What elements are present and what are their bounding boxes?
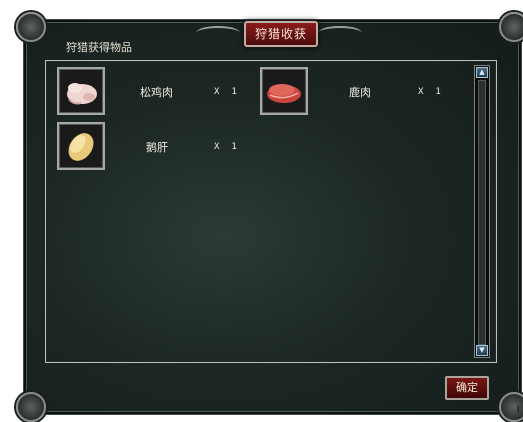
item-name: 鹅肝 xyxy=(146,141,168,154)
goose-liver-icon xyxy=(60,125,102,167)
item-slot[interactable] xyxy=(57,67,105,115)
item-quantity: X1 xyxy=(214,87,237,97)
quantity-multiplier: X xyxy=(418,87,424,97)
window-title: 狩猎收获 xyxy=(244,21,318,47)
ornament-corner-icon xyxy=(16,392,46,422)
ornament-corner-icon xyxy=(499,12,523,42)
item-list-panel: 松鸡肉 X1 鹿肉 X1 鹅肝 X1 xyxy=(45,60,497,363)
deer-meat-icon xyxy=(263,70,305,112)
title-ornament-icon xyxy=(318,26,362,40)
item-slot[interactable] xyxy=(260,67,308,115)
confirm-button[interactable]: 确定 xyxy=(445,376,489,400)
chicken-meat-icon xyxy=(60,70,102,112)
item-quantity: X1 xyxy=(214,142,237,152)
item-name: 松鸡肉 xyxy=(140,86,173,99)
scroll-up-button[interactable]: ▲ xyxy=(476,67,488,78)
ornament-corner-icon xyxy=(16,12,46,42)
item-quantity: X1 xyxy=(418,87,441,97)
item-list-scrollbar[interactable]: ▲ ▼ xyxy=(474,65,490,358)
quantity-value: 1 xyxy=(435,87,441,97)
item-name: 鹿肉 xyxy=(349,86,371,99)
ornament-corner-icon xyxy=(499,392,523,422)
quantity-multiplier: X xyxy=(214,142,220,152)
quantity-value: 1 xyxy=(231,142,237,152)
quantity-value: 1 xyxy=(231,87,237,97)
title-ornament-icon xyxy=(196,26,240,40)
item-slot[interactable] xyxy=(57,122,105,170)
stray-text: I xyxy=(517,405,520,414)
header-label: 狩猎获得物品 xyxy=(66,41,132,54)
scroll-track[interactable] xyxy=(478,80,486,345)
scroll-down-button[interactable]: ▼ xyxy=(476,345,488,356)
hunting-harvest-window: 狩猎收获 狩猎获得物品 松鸡肉 X1 鹿肉 X 1 鹅肝 X 1 ▲ ▼ 确定 xyxy=(16,12,523,422)
quantity-multiplier: X xyxy=(214,87,220,97)
